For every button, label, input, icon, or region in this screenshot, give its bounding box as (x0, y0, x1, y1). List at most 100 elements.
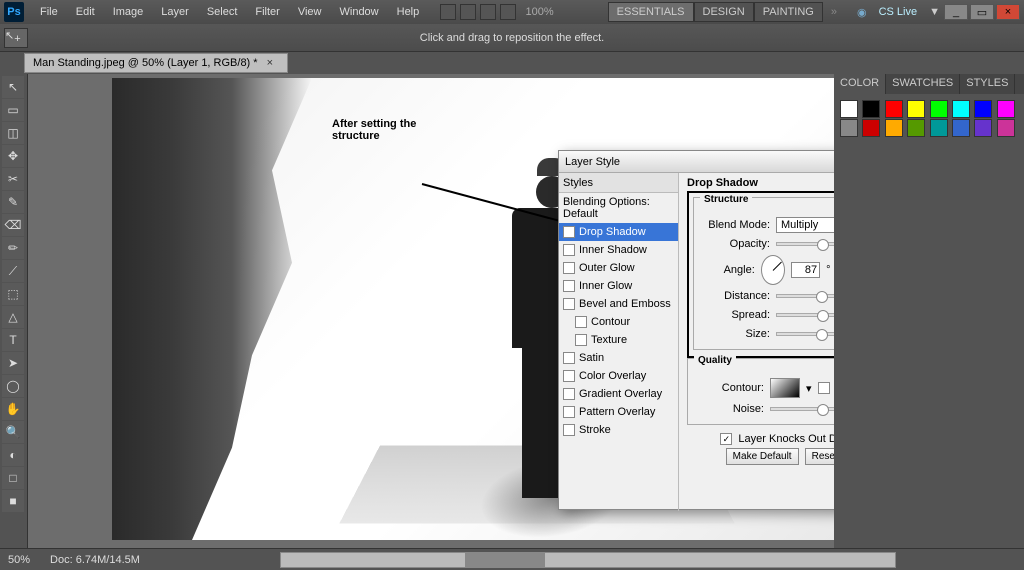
contour-picker[interactable] (770, 378, 800, 398)
style-checkbox[interactable] (575, 334, 587, 346)
tool-11[interactable]: T (2, 329, 24, 351)
panel-tab-color[interactable]: COLOR (834, 74, 886, 94)
noise-slider[interactable] (770, 407, 834, 411)
antialiased-checkbox[interactable] (818, 382, 830, 394)
tool-13[interactable]: ◯ (2, 375, 24, 397)
menu-file[interactable]: File (32, 3, 66, 21)
extras-icon[interactable] (480, 4, 496, 20)
style-item-inner-glow[interactable]: Inner Glow (559, 277, 678, 295)
tool-2[interactable]: ◫ (2, 122, 24, 144)
close-button[interactable]: × (996, 4, 1020, 20)
horizontal-scrollbar[interactable] (280, 552, 896, 568)
knockout-checkbox[interactable]: ✓ (720, 433, 732, 445)
tool-4[interactable]: ✂ (2, 168, 24, 190)
tool-7[interactable]: ✏ (2, 237, 24, 259)
swatch[interactable] (840, 119, 858, 137)
swatch[interactable] (930, 100, 948, 118)
swatch[interactable] (840, 100, 858, 118)
style-checkbox[interactable] (563, 406, 575, 418)
zoom-status[interactable]: 50% (8, 554, 30, 566)
angle-input[interactable]: 87 (791, 262, 820, 278)
opacity-slider[interactable] (776, 242, 834, 246)
tool-15[interactable]: 🔍 (2, 421, 24, 443)
style-checkbox[interactable] (563, 370, 575, 382)
style-item-color-overlay[interactable]: Color Overlay (559, 367, 678, 385)
style-item-inner-shadow[interactable]: Inner Shadow (559, 241, 678, 259)
tool-indicator[interactable]: ↖+ (4, 28, 28, 48)
tool-12[interactable]: ➤ (2, 352, 24, 374)
swatch[interactable] (997, 100, 1015, 118)
swatch[interactable] (907, 100, 925, 118)
tool-17[interactable]: □ (2, 467, 24, 489)
zoom-menu[interactable]: 100% (520, 6, 560, 18)
style-item-pattern-overlay[interactable]: Pattern Overlay (559, 403, 678, 421)
workspace-essentials[interactable]: ESSENTIALS (608, 2, 694, 22)
tool-18[interactable]: ■ (2, 490, 24, 512)
tool-1[interactable]: ▭ (2, 99, 24, 121)
swatch[interactable] (974, 100, 992, 118)
style-checkbox[interactable]: ✓ (563, 226, 575, 238)
style-checkbox[interactable] (563, 280, 575, 292)
tool-9[interactable]: ⬚ (2, 283, 24, 305)
workspace-painting[interactable]: PAINTING (754, 2, 823, 22)
menu-view[interactable]: View (290, 3, 330, 21)
style-item-texture[interactable]: Texture (559, 331, 678, 349)
workspace-design[interactable]: DESIGN (694, 2, 754, 22)
bridge-icon[interactable] (440, 4, 456, 20)
minibridge-icon[interactable] (460, 4, 476, 20)
swatch[interactable] (862, 119, 880, 137)
menu-layer[interactable]: Layer (153, 3, 197, 21)
blend-mode-select[interactable]: Multiply (776, 217, 834, 233)
swatch[interactable] (952, 119, 970, 137)
style-item-blending-options-default[interactable]: Blending Options: Default (559, 193, 678, 223)
swatch[interactable] (885, 119, 903, 137)
panel-tab-styles[interactable]: STYLES (960, 74, 1015, 94)
style-checkbox[interactable] (563, 424, 575, 436)
style-checkbox[interactable] (563, 298, 575, 310)
tool-8[interactable]: ⟋ (2, 260, 24, 282)
tool-6[interactable]: ⌫ (2, 214, 24, 236)
style-item-satin[interactable]: Satin (559, 349, 678, 367)
menu-window[interactable]: Window (332, 3, 387, 21)
cslive-button[interactable]: CS Live (871, 3, 926, 21)
canvas-area[interactable]: After setting thestructure Layer Style ×… (28, 74, 834, 548)
style-item-bevel-and-emboss[interactable]: Bevel and Emboss (559, 295, 678, 313)
swatch[interactable] (930, 119, 948, 137)
distance-slider[interactable] (776, 294, 834, 298)
tool-3[interactable]: ✥ (2, 145, 24, 167)
menu-filter[interactable]: Filter (247, 3, 287, 21)
reset-default-button[interactable]: Reset to Default (805, 448, 834, 465)
screen-mode-icon[interactable] (500, 4, 516, 20)
tool-5[interactable]: ✎ (2, 191, 24, 213)
tool-10[interactable]: △ (2, 306, 24, 328)
swatch[interactable] (974, 119, 992, 137)
swatch[interactable] (862, 100, 880, 118)
make-default-button[interactable]: Make Default (726, 448, 799, 465)
tab-close-icon[interactable]: × (261, 57, 279, 69)
tool-0[interactable]: ↖ (2, 76, 24, 98)
minimize-button[interactable]: _ (944, 4, 968, 20)
angle-dial[interactable] (761, 255, 785, 285)
menu-image[interactable]: Image (105, 3, 152, 21)
style-item-stroke[interactable]: Stroke (559, 421, 678, 439)
style-item-contour[interactable]: Contour (559, 313, 678, 331)
swatch[interactable] (997, 119, 1015, 137)
panel-tab-swatches[interactable]: SWATCHES (886, 74, 960, 94)
spread-slider[interactable] (776, 313, 834, 317)
style-checkbox[interactable] (563, 244, 575, 256)
menu-help[interactable]: Help (389, 3, 428, 21)
style-checkbox[interactable] (575, 316, 587, 328)
style-checkbox[interactable] (563, 352, 575, 364)
style-item-outer-glow[interactable]: Outer Glow (559, 259, 678, 277)
tool-14[interactable]: ✋ (2, 398, 24, 420)
style-checkbox[interactable] (563, 388, 575, 400)
style-item-gradient-overlay[interactable]: Gradient Overlay (559, 385, 678, 403)
style-checkbox[interactable] (563, 262, 575, 274)
document-tab[interactable]: Man Standing.jpeg @ 50% (Layer 1, RGB/8)… (24, 53, 288, 73)
swatch[interactable] (952, 100, 970, 118)
swatch[interactable] (885, 100, 903, 118)
tool-16[interactable]: ◐ (2, 444, 24, 466)
maximize-button[interactable]: ▭ (970, 4, 994, 20)
size-slider[interactable] (776, 332, 834, 336)
menu-edit[interactable]: Edit (68, 3, 103, 21)
